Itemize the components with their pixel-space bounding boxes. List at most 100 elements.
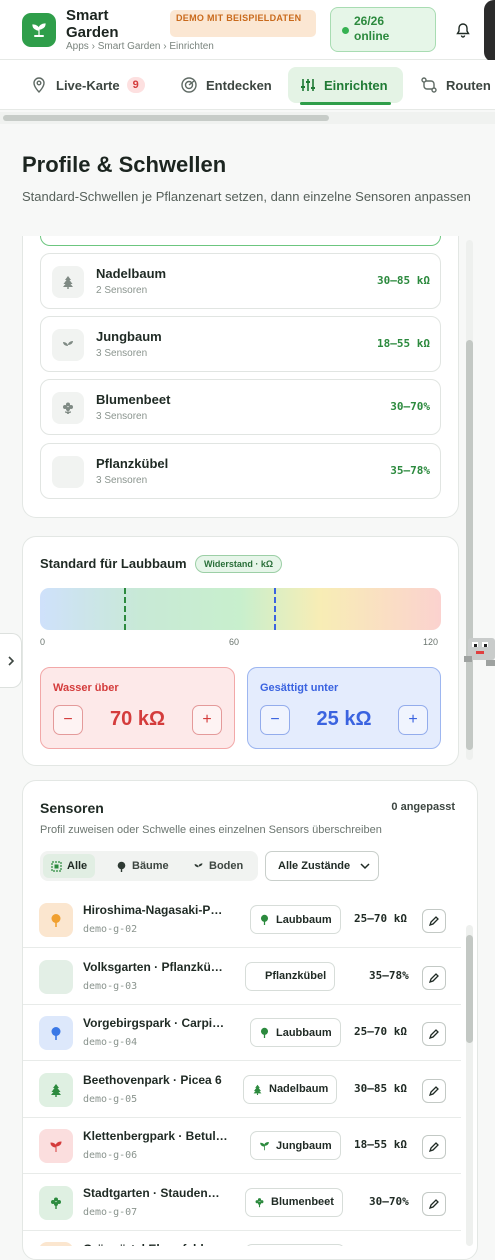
profile-scrollbar[interactable] <box>466 240 473 760</box>
pencil-icon <box>428 1142 439 1153</box>
radar-icon <box>181 77 197 93</box>
sensor-name: Klettenbergpark · Betul… <box>83 1129 228 1143</box>
filter-boden[interactable]: Boden <box>185 854 251 878</box>
sensor-row[interactable]: Stadtgarten · Stauden… demo-g-07 Blumenbe… <box>23 1174 461 1231</box>
profile-row-jungbaum[interactable]: Jungbaum 3 Sensoren 18–55 kΩ <box>40 316 441 372</box>
profile-count: 2 Sensoren <box>96 285 148 296</box>
sensor-id: demo-g-03 <box>83 980 138 992</box>
profile-range: 18–55 kΩ <box>377 337 430 350</box>
profile-tag[interactable]: Nadelbaum <box>243 1074 338 1104</box>
tab-live-karte[interactable]: Live-Karte 9 <box>30 67 145 103</box>
filter-baeume[interactable]: Bäume <box>108 854 177 878</box>
edit-button[interactable] <box>422 1078 446 1103</box>
profile-tag-label: Nadelbaum <box>269 1083 329 1095</box>
tab-einrichten[interactable]: Einrichten <box>288 67 403 105</box>
sensor-row[interactable]: Volksgarten · Pflanzkü… demo-g-03 Pflanzk… <box>23 948 461 1005</box>
deciduous-tree-icon <box>117 861 126 872</box>
sprout-icon <box>39 1129 73 1163</box>
breadcrumb-current: Einrichten <box>169 41 214 52</box>
tab-entdecken[interactable]: Entdecken <box>180 67 272 103</box>
tab-badge: 9 <box>126 77 145 93</box>
breadcrumb-apps[interactable]: Apps <box>66 41 89 52</box>
profile-tag-label: Jungbaum <box>276 1139 332 1152</box>
saturated-threshold-marker[interactable] <box>123 588 126 630</box>
app-logo-icon[interactable] <box>22 13 56 47</box>
sensor-name: Volksgarten · Pflanzkü… <box>83 959 223 974</box>
sensor-range: 30–70% <box>369 1194 409 1208</box>
sensor-name: Grüngürtel Ehrenfeld · <box>83 1242 263 1246</box>
scrollbar-thumb[interactable] <box>3 115 329 121</box>
saturated-label: Gesättigt unter <box>260 682 339 694</box>
standard-title: Standard für Laubbaum <box>40 556 187 571</box>
profile-row-nadelbaum[interactable]: Nadelbaum 2 Sensoren 30–85 kΩ <box>40 253 441 309</box>
expand-panel-button[interactable] <box>0 633 22 688</box>
status-dot-icon <box>342 27 349 34</box>
sensor-id: demo-g-06 <box>83 1150 138 1161</box>
tab-label: Routen <box>446 77 491 93</box>
nav-tabs: Live-Karte 9 Entdecken Einrichten Routen <box>0 60 495 110</box>
sprout-icon <box>194 862 203 871</box>
bell-icon[interactable] <box>455 22 471 38</box>
sensor-range: 18–55 kΩ <box>354 1138 407 1151</box>
profile-row-laubbaum-selected[interactable] <box>40 236 441 246</box>
saturated-decrease-button[interactable]: − <box>260 705 290 735</box>
sensor-range: 25–70 kΩ <box>354 912 407 925</box>
sensor-id: demo-g-07 <box>83 1206 138 1218</box>
sensor-name: Beethovenpark · Picea 6 <box>83 1072 222 1087</box>
profile-tag[interactable]: Pflanzkübel <box>245 961 336 991</box>
unit-mode-pill[interactable]: Widerstand · kΩ <box>195 555 283 573</box>
edit-button[interactable] <box>422 1191 446 1216</box>
profile-tag[interactable]: Blumenbeet <box>245 1187 343 1217</box>
demo-badge: DEMO MIT BEISPIELDATEN <box>170 10 316 37</box>
scale-tick-mid: 60 <box>229 637 240 647</box>
sensor-scrollbar[interactable] <box>466 925 473 1246</box>
water-increase-button[interactable]: + <box>192 705 222 735</box>
water-threshold-marker[interactable] <box>273 588 276 630</box>
sensor-row[interactable]: Beethovenpark · Picea 6 demo-g-05 Nadelba… <box>23 1061 461 1118</box>
edit-button[interactable] <box>422 909 446 933</box>
sensor-row[interactable]: Grüngürtel Ehrenfeld · <box>23 1231 461 1246</box>
horizontal-scrollbar[interactable] <box>0 112 495 124</box>
breadcrumb-smart-garden[interactable]: Smart Garden <box>98 41 161 52</box>
sensor-row[interactable]: Klettenbergpark · Betul… demo-g-06 Jungba… <box>23 1118 461 1174</box>
tab-label: Entdecken <box>206 77 272 93</box>
edit-button[interactable] <box>422 965 446 990</box>
planter-icon <box>52 456 84 488</box>
pencil-icon <box>428 972 439 983</box>
tab-routen[interactable]: Routen <box>420 67 491 103</box>
sensor-row[interactable]: Hiroshima-Nagasaki-P… demo-g-02 Laubbaum 2… <box>23 896 461 948</box>
threshold-gauge[interactable] <box>40 588 441 630</box>
profile-range: 35–78% <box>390 464 430 477</box>
profile-row-pflanzkuebel[interactable]: Pflanzkübel 3 Sensoren 35–78% <box>40 443 441 499</box>
profile-tag[interactable]: Jungbaum <box>250 1131 341 1160</box>
profile-count: 3 Sensoren <box>96 475 148 486</box>
profile-name: Nadelbaum <box>96 266 167 281</box>
scale-tick-min: 0 <box>40 637 46 647</box>
profile-tag[interactable]: Laubbaum <box>250 1018 341 1047</box>
water-decrease-button[interactable]: − <box>53 705 83 735</box>
deciduous-tree-icon <box>39 903 73 937</box>
water-threshold-control: Wasser über 70 kΩ − + <box>40 667 235 749</box>
pencil-icon <box>428 1198 439 1209</box>
profile-row-blumenbeet[interactable]: Blumenbeet 3 Sensoren 30–70% <box>40 379 441 435</box>
sensor-row[interactable]: Vorgebirgspark · Carpi… demo-g-04 Laubbau… <box>23 1005 461 1061</box>
edit-button[interactable] <box>422 1022 446 1046</box>
edit-button[interactable] <box>422 1135 446 1159</box>
chevron-right-icon <box>7 655 14 666</box>
water-label: Wasser über <box>53 682 119 694</box>
saturated-increase-button[interactable]: + <box>398 705 428 735</box>
filter-label: Alle <box>67 860 88 872</box>
tab-label: Einrichten <box>324 77 388 93</box>
sensor-id: demo-g-05 <box>83 1093 138 1105</box>
top-bar: Smart Garden Apps › Smart Garden › Einri… <box>0 0 495 62</box>
chevron-down-icon <box>360 863 370 870</box>
sensor-filter-group: Alle Bäume Boden <box>40 851 258 881</box>
sensor-id: demo-g-02 <box>83 924 138 935</box>
filter-alle[interactable]: Alle <box>43 854 96 878</box>
profile-count: 3 Sensoren <box>96 348 148 359</box>
sensor-id: demo-g-04 <box>83 1037 138 1048</box>
online-status-badge[interactable]: 26/26 online <box>330 7 436 52</box>
state-select[interactable]: Alle Zustände <box>265 851 379 881</box>
profile-tag[interactable]: Laubbaum <box>250 905 341 934</box>
pencil-icon <box>428 1029 439 1040</box>
